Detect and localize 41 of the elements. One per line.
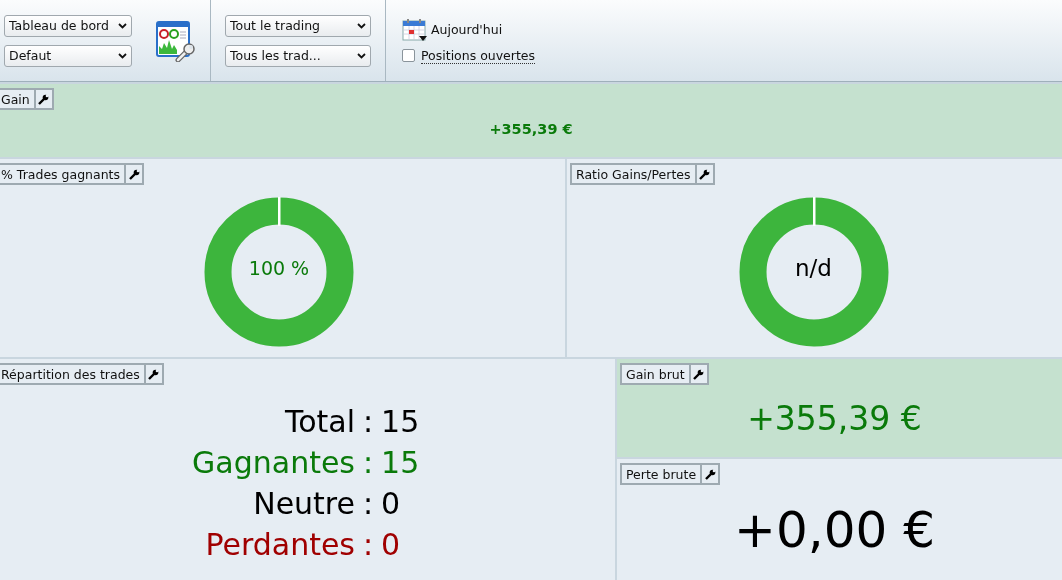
count-label: Perdantes [204,526,355,564]
panel-title: Perte brute [625,465,703,483]
count-label: Gagnantes [191,444,355,482]
chevron-down-icon [118,22,127,29]
wrench-icon [699,168,711,180]
checkbox-label[interactable]: Positions ouvertes [421,47,536,64]
wrench-icon [128,168,140,180]
panel-title: Répartition des trades [0,365,146,383]
separator: : [363,485,374,523]
count-value: 15 [381,444,420,482]
panel-title: Ratio Gains/Pertes [575,165,697,183]
chevron-down-icon [357,22,366,29]
wrench-icon [148,368,160,380]
count-value: 0 [381,526,402,564]
panel-title: Gain [0,90,36,108]
count-label: Total [283,403,355,441]
calendar-icon [402,17,428,42]
donut-center-label: n/d [794,255,833,281]
chevron-down-icon [118,52,127,59]
panel-title: Gain brut [625,365,691,383]
dropdown[interactable]: Tout le trading [225,14,371,37]
checkbox[interactable] [402,49,415,62]
value-text: +355,39 € [488,121,574,137]
separator: : [363,526,374,564]
count-value: 15 [381,403,420,441]
dropdown[interactable]: Defaut [4,44,132,67]
wrench-icon [704,468,716,480]
dropdown[interactable]: Tableau de bord [4,14,132,37]
chevron-down-icon [357,52,366,59]
dropdown[interactable]: Tous les trad... [225,44,371,67]
date-button[interactable]: Aujourd'hui [402,17,503,42]
wrench-icon [38,93,50,105]
wrench-icon [693,368,705,380]
value-text: +0,00 € [734,501,935,559]
separator: : [363,444,374,482]
separator: : [363,403,374,441]
donut-center-label: 100 % [247,257,311,279]
panel-title: % Trades gagnants [0,165,126,183]
count-label: Neutre [252,485,355,523]
count-value: 0 [381,485,402,523]
value-text: +355,39 € [747,399,922,438]
